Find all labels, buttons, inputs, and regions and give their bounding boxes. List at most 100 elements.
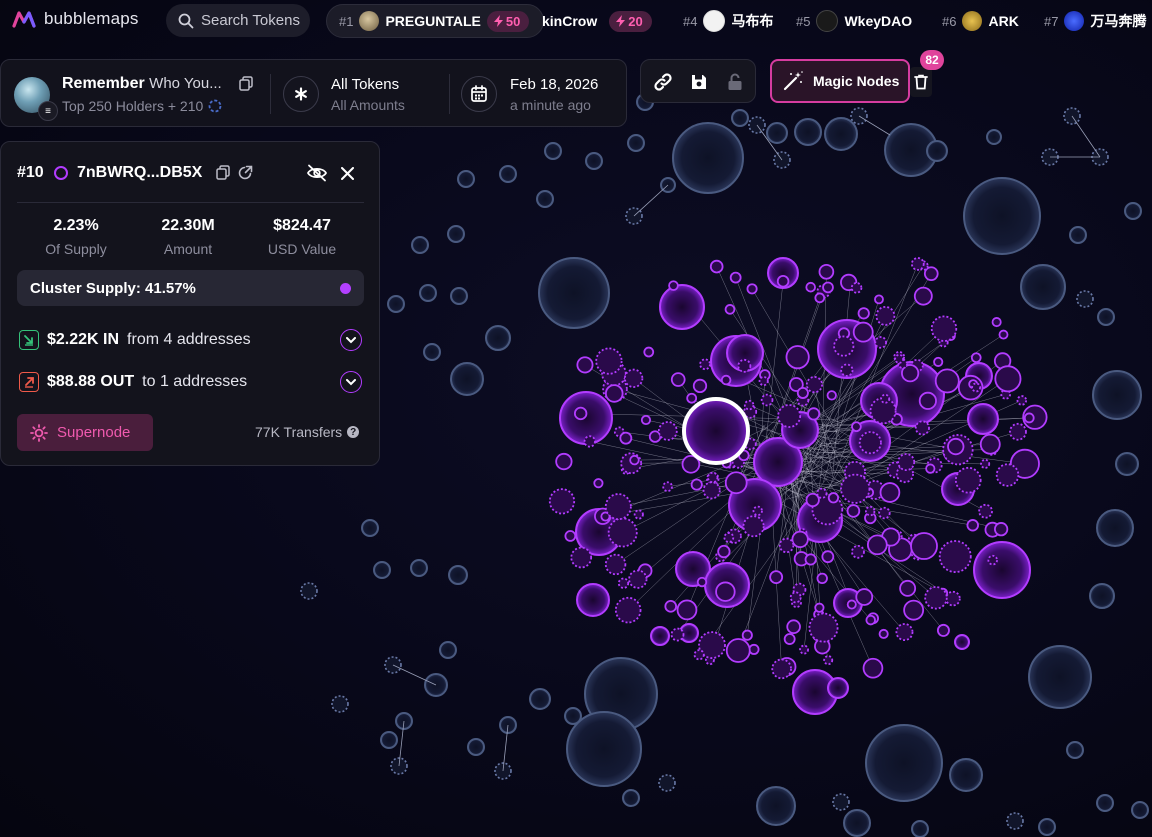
cluster-bubble[interactable] — [857, 307, 870, 320]
cluster-bubble[interactable] — [659, 284, 705, 330]
cluster-bubble[interactable] — [878, 628, 889, 639]
holder-bubble[interactable] — [439, 641, 457, 659]
holder-bubble[interactable] — [1096, 509, 1134, 547]
cluster-bubble[interactable] — [777, 404, 802, 428]
cluster-bubble[interactable] — [559, 391, 613, 445]
cluster-bubble[interactable] — [971, 382, 982, 393]
cluster-bubble[interactable] — [846, 599, 857, 610]
holder-bubble[interactable] — [622, 789, 640, 807]
cluster-bubble[interactable] — [851, 421, 862, 432]
cluster-bubble[interactable] — [978, 503, 993, 519]
cluster-bubble[interactable] — [702, 481, 721, 500]
cluster-bubble[interactable] — [604, 553, 627, 576]
cluster-bubble[interactable] — [604, 384, 624, 403]
close-icon[interactable] — [341, 167, 354, 180]
ticker-item-5[interactable]: #5 WkeyDAO — [796, 0, 912, 42]
filter-title[interactable]: All Tokens — [331, 76, 399, 93]
holder-bubble[interactable] — [843, 809, 871, 837]
supernode-button[interactable]: Supernode — [17, 414, 153, 451]
holder-bubble[interactable] — [911, 820, 929, 837]
cluster-bubble[interactable] — [980, 458, 991, 469]
cluster-bubble[interactable] — [874, 336, 887, 349]
cluster-supply-row[interactable]: Cluster Supply: 41.57% — [17, 270, 364, 306]
cluster-bubble[interactable] — [913, 286, 933, 306]
cluster-bubble[interactable] — [783, 633, 796, 645]
cluster-bubble[interactable] — [855, 588, 874, 606]
cluster-bubble[interactable] — [1009, 422, 1027, 441]
cluster-bubble[interactable] — [720, 374, 732, 386]
cluster-bubble[interactable] — [662, 481, 673, 493]
holder-bubble[interactable] — [926, 140, 948, 162]
holder-bubble[interactable] — [419, 284, 437, 302]
cluster-bubble[interactable] — [878, 506, 891, 520]
cluster-bubble[interactable] — [805, 281, 816, 293]
cluster-bubble[interactable] — [623, 368, 644, 388]
cluster-bubble[interactable] — [998, 329, 1009, 340]
cluster-bubble[interactable] — [807, 407, 821, 421]
cluster-bubble[interactable] — [548, 488, 576, 515]
holder-bubble[interactable] — [538, 257, 610, 329]
cluster-bubble[interactable] — [648, 430, 662, 443]
cluster-bubble[interactable] — [925, 463, 936, 474]
holder-bubble[interactable] — [564, 707, 582, 725]
holder-bubble[interactable] — [672, 122, 744, 194]
cluster-bubble[interactable] — [903, 599, 925, 621]
holder-bubble[interactable] — [1006, 812, 1024, 830]
cluster-bubble[interactable] — [760, 393, 774, 407]
cluster-bubble[interactable] — [1016, 395, 1028, 406]
cluster-bubble[interactable] — [865, 614, 876, 626]
cluster-bubble[interactable] — [576, 356, 594, 374]
cluster-bubble[interactable] — [827, 677, 849, 699]
holder-bubble[interactable] — [485, 325, 511, 351]
cluster-bubble[interactable] — [593, 478, 604, 489]
cluster-bubble[interactable] — [748, 643, 760, 655]
cluster-bubble[interactable] — [875, 306, 896, 326]
cluster-bubble[interactable] — [899, 579, 917, 597]
holder-bubble[interactable] — [467, 738, 485, 756]
holder-bubble[interactable] — [380, 731, 398, 749]
cluster-bubble[interactable] — [570, 546, 593, 569]
holder-bubble[interactable] — [373, 561, 391, 579]
cluster-bubble[interactable] — [776, 274, 790, 288]
cluster-bubble[interactable] — [633, 509, 644, 520]
cluster-bubble[interactable] — [715, 581, 736, 602]
cluster-bubble[interactable] — [995, 463, 1020, 487]
cluster-bubble[interactable] — [724, 471, 748, 495]
cluster-bubble[interactable] — [785, 345, 810, 370]
cluster-bubble[interactable] — [743, 399, 755, 411]
expand-outflow-button[interactable] — [340, 371, 362, 393]
cluster-bubble[interactable] — [897, 453, 916, 472]
holder-bubble[interactable] — [1131, 801, 1149, 819]
cluster-bubble[interactable] — [821, 550, 835, 564]
outflow-row[interactable]: $88.88 OUT to 1 addresses — [19, 370, 247, 394]
holder-bubble[interactable] — [1066, 741, 1084, 759]
cluster-bubble[interactable] — [991, 317, 1002, 328]
selected-holder-bubble[interactable] — [682, 397, 750, 465]
holder-bubble[interactable] — [411, 236, 429, 254]
cluster-bubble[interactable] — [814, 602, 825, 613]
cluster-bubble[interactable] — [858, 431, 882, 455]
cluster-bubble[interactable] — [576, 583, 610, 617]
holder-bubble[interactable] — [1096, 794, 1114, 812]
share-link-button[interactable] — [651, 70, 675, 94]
holder-bubble[interactable] — [536, 190, 554, 208]
holder-bubble[interactable] — [450, 287, 468, 305]
date-title[interactable]: Feb 18, 2026 — [510, 76, 598, 93]
cluster-bubble[interactable] — [737, 358, 752, 373]
lock-button[interactable] — [723, 70, 747, 94]
clear-magic-nodes-button[interactable] — [910, 67, 932, 97]
holder-bubble[interactable] — [544, 142, 562, 160]
holder-bubble[interactable] — [1089, 583, 1115, 609]
holder-bubble[interactable] — [387, 295, 405, 313]
cluster-bubble[interactable] — [573, 406, 588, 421]
cluster-bubble[interactable] — [693, 649, 705, 661]
cluster-bubble[interactable] — [840, 363, 854, 377]
holder-bubble[interactable] — [731, 109, 749, 127]
cluster-bubble[interactable] — [614, 596, 642, 624]
cluster-bubble[interactable] — [879, 482, 901, 503]
holder-bubble[interactable] — [986, 129, 1002, 145]
holder-bubble[interactable] — [457, 170, 475, 188]
cluster-bubble[interactable] — [826, 390, 837, 401]
cluster-bubble[interactable] — [595, 347, 623, 375]
holder-bubble[interactable] — [423, 343, 441, 361]
